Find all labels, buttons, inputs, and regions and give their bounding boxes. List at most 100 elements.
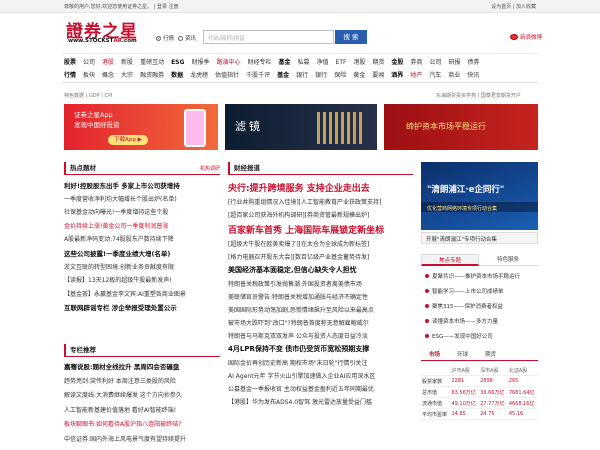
column-article-link[interactable]: 嘉骞说股:题材全线拉升 黑周四会否碾盘	[64, 361, 220, 371]
banner-caption[interactable]: 开展"清朗浦江"专项行动合集	[421, 232, 538, 244]
nav-link[interactable]: 要闻	[372, 70, 384, 79]
hot-topic-link[interactable]: 社保基金动向曝光!一季度增持这些个股	[64, 207, 220, 216]
quote-bar-right[interactable]: 东海期货投资学苑 | 国泰君安期货开户	[436, 92, 521, 99]
nav-link[interactable]: 快讯	[467, 70, 479, 79]
nav-link[interactable]: 银行	[296, 70, 308, 79]
nav-link[interactable]: 公司	[430, 57, 442, 66]
hot-topic-link[interactable]: A股最新净码变动:74股股东户数持续下降	[64, 234, 220, 243]
nav-link[interactable]: 净值	[317, 57, 329, 66]
nav-link[interactable]: 财报季	[191, 57, 209, 66]
column-article-link[interactable]: 中信证券:国内外海上风电景气度有望持续提升	[64, 434, 220, 443]
nav-link[interactable]: 龙虎榜	[190, 70, 208, 79]
qinglang-banner[interactable]: "清朗浦江·e企同行" 优化营商网络环境专项行动合集	[421, 162, 538, 230]
nav-link[interactable]: 银行	[315, 70, 327, 79]
nav-link[interactable]: 重磅互动	[140, 57, 164, 66]
nav-link[interactable]: 公司	[83, 57, 95, 66]
finance-news-link[interactable]: 美国经济基本面稳定,但信心缺失令人担忧	[228, 265, 411, 275]
download-app-button[interactable]: 下载App ▶	[108, 135, 148, 145]
quote-bar-left[interactable]: 特色数据 | GDP | CPI	[64, 92, 112, 99]
nav-link[interactable]: ETF	[336, 59, 347, 66]
hot-topic-link[interactable]: 金价持续上涨!黄金公司一季度利润普涨	[64, 221, 220, 230]
finance-news-link[interactable]: 国际金价再创历史新高 期权市场"末日轮"行情引关注	[228, 358, 411, 367]
nav-link[interactable]: 基金	[278, 57, 290, 66]
nav-link[interactable]: 基金	[277, 70, 289, 79]
column-article-link[interactable]: 趋势亮剑:突传利好 本周注意三类股的风险	[64, 376, 220, 385]
hot-topics-tab[interactable]: 热点题材	[64, 162, 100, 175]
institution-research-link[interactable]: 机构调研	[200, 165, 220, 172]
nav-link[interactable]: 港股	[353, 57, 365, 66]
nav-link[interactable]: 黄金	[353, 70, 365, 79]
finance-news-link[interactable]: 公募基金一季报收官 主动权益基金盈利近五年同期最优	[228, 384, 411, 393]
focus-topic-link[interactable]: 读懂资本市场——多方力量	[425, 317, 498, 325]
hot-topic-link[interactable]: 一季度营收净利均大幅增长个股出炉(名单)	[64, 194, 220, 203]
search-type-quote-radio[interactable]: 行情	[156, 34, 174, 42]
homepage-links[interactable]: 设为首页 | 加入收藏	[491, 3, 536, 10]
nav-link[interactable]: 千股千评	[246, 70, 270, 79]
finance-news-link[interactable]: 被市场大跌吓到"改口"?特朗普首度称无意解雇鲍威尔	[228, 318, 411, 327]
nav-link[interactable]: 私募	[298, 57, 310, 66]
nav-link[interactable]: 商业	[448, 70, 460, 79]
nav-link[interactable]: 汽车	[429, 70, 441, 79]
search-type-news-radio[interactable]: 资讯	[178, 34, 196, 42]
nav-link[interactable]: 数据	[171, 70, 183, 79]
finance-news-tab[interactable]: 财经报道	[228, 162, 264, 175]
hot-topic-link[interactable]: 利好!控股股东出手 多家上市公司获增持	[64, 180, 220, 190]
nav-link[interactable]: 行情	[64, 70, 76, 79]
finance-news-link[interactable]: 【港股】华为发布ADS4.0智驾 激光雷达放量受益门槛	[228, 397, 411, 406]
nav-link[interactable]: 估值指针	[215, 70, 239, 79]
focus-topic-link[interactable]: 智能学习——上市公司成绩单	[425, 287, 504, 295]
finance-news-link[interactable]: 特朗普关税政策引发抛售潮 外国投资者离美债市场	[228, 279, 411, 288]
nav-link[interactable]: 板块	[83, 70, 95, 79]
welcome-text[interactable]: 尊敬的用户,您好,欢迎您使用证券之星。 | 登录 注册	[64, 3, 179, 10]
market-tab[interactable]: 市场	[429, 350, 440, 361]
site-logo[interactable]: 證券之星 www.STOCKSTAR.com	[66, 17, 150, 49]
app-download-banner[interactable]: 证券之星App 发现中国好投资 下载App ▶	[64, 104, 218, 150]
column-article-link[interactable]: 板块聊图书:如何看待A股沪指八连阳被终结?	[64, 419, 220, 428]
nav-link[interactable]: 券商	[411, 57, 423, 66]
market-tab[interactable]: 期货	[485, 350, 496, 361]
weibo-link[interactable]: 新浪微博	[510, 33, 542, 41]
focus-topic-link[interactable]: 聚焦315——保护消费者权益	[425, 302, 503, 310]
nav-link[interactable]: 股票	[64, 57, 76, 66]
nav-link[interactable]: 融资融券	[140, 70, 164, 79]
hot-topic-link[interactable]: 淤文互联的转型困境:创新业务贡献度有限	[64, 262, 220, 271]
finance-news-link[interactable]: 4月LPR保持不变 债市仍受货币宽松预期支撑	[228, 344, 411, 354]
finance-news-link[interactable]: [格力电器召开股东大会][数百亿级产业基金蓄势待发]	[228, 252, 411, 261]
focus-topic-link[interactable]: ESG——发现中国好公司	[425, 332, 493, 340]
nav-link[interactable]: ESG	[171, 59, 184, 66]
tab-special-services[interactable]: 特色服务	[479, 254, 537, 266]
nav-link[interactable]: 研报	[449, 57, 461, 66]
finance-news-link[interactable]: [超百家公司获海外机构调研][券商资管最新规模出炉]	[228, 210, 411, 219]
search-button[interactable]: 搜 索	[335, 30, 367, 44]
focus-topic-link[interactable]: 夏聚共识——推护资本市场平稳运行	[425, 272, 520, 280]
nav-link[interactable]: 港股	[102, 57, 114, 66]
column-article-link[interactable]: 解读文度线:大消费继续爆发 这个方向抄参久	[64, 390, 220, 399]
market-stability-banner[interactable]: 缔护资本市场平稳运行	[384, 104, 538, 150]
nav-link[interactable]: 大宗	[121, 70, 133, 79]
finance-news-link[interactable]: 央行:提升跨境服务 支持企业走出去	[228, 181, 411, 194]
filter-banner[interactable]: 滤镜	[225, 104, 377, 150]
finance-news-link[interactable]: 美国国际形势动荡加剧,恐慌情绪飙升至风险以来最高点	[228, 305, 411, 314]
finance-news-link[interactable]: 百家新车首秀 上海国际车展锁定新坐标	[228, 223, 411, 236]
nav-link[interactable]: 债券	[468, 57, 480, 66]
finance-news-link[interactable]: 特朗普与马斯克双双发声 公众与投资人态度日益冷淡	[228, 331, 411, 340]
hot-topic-link[interactable]: 互联网辟谣专栏 涉企举报受理处置公示	[64, 302, 220, 312]
market-tab[interactable]: 环球	[457, 350, 468, 361]
finance-news-link[interactable]: [行业井购重组情况入佳境][人工智能教育产业获政策支持]	[228, 197, 411, 206]
search-input[interactable]: 代码/简称/拼音	[203, 30, 334, 44]
nav-link[interactable]: 地产	[410, 70, 422, 79]
nav-link[interactable]: 期货	[372, 57, 384, 66]
tab-focus-topics[interactable]: 焦点专题	[421, 254, 479, 266]
nav-link[interactable]: 酒界	[391, 70, 403, 79]
nav-link[interactable]: 路演中心	[216, 57, 240, 66]
finance-news-link[interactable]: 美联储官员警告:特朗普关税增加通胀与经济不确定性	[228, 292, 411, 301]
column-recommend-tab[interactable]: 专栏推荐	[64, 344, 100, 357]
nav-link[interactable]: 金股	[391, 57, 403, 66]
nav-link[interactable]: 新股	[121, 57, 133, 66]
nav-link[interactable]: 保险	[334, 70, 346, 79]
finance-news-link[interactable]: AI Agent元年 字节火山引擎加速做入企业AI应用深水区	[228, 371, 411, 380]
column-article-link[interactable]: 人工智能新基建价值落地 看好AI智能终端!	[64, 405, 220, 414]
hot-topic-link[interactable]: 【读报】13天12板的超级牛股最新发声!	[64, 275, 220, 284]
nav-link[interactable]: 概念	[102, 70, 114, 79]
hot-topic-link[interactable]: 这些公司披露!一季度业绩大增(名单)	[64, 248, 220, 258]
